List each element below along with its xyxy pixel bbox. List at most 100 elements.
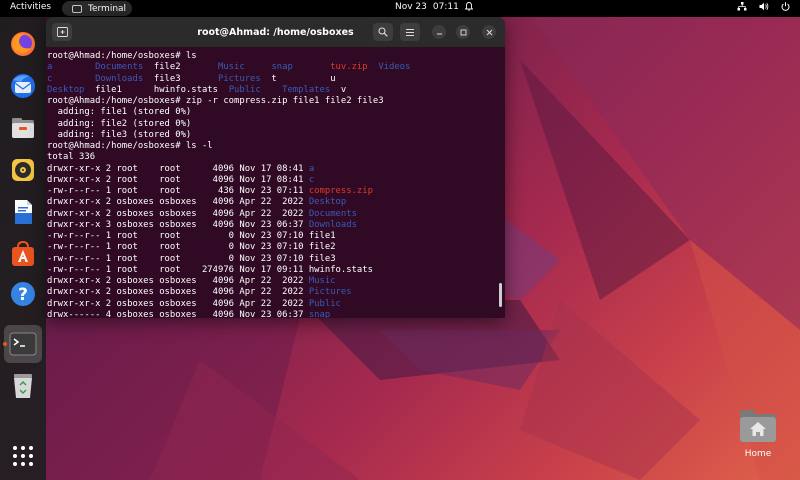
terminal-text: adding: file3 (stored 0%) — [47, 129, 192, 140]
terminal-line: drwx------ 4 osboxes osboxes 4096 Nov 23… — [47, 310, 505, 318]
home-folder-label[interactable]: Home — [735, 449, 781, 459]
date-label: Nov 23 — [395, 2, 427, 12]
maximize-button[interactable] — [456, 25, 470, 39]
terminal-text: Downloads — [308, 219, 357, 230]
activities-button[interactable]: Activities — [10, 2, 51, 12]
terminal-line: root@Ahmad:/home/osboxes# ls -l — [47, 141, 505, 152]
system-tray[interactable] — [737, 2, 790, 14]
terminal-text: Pictures — [218, 73, 261, 84]
terminal-line: drwxr-xr-x 3 osboxes osboxes 4096 Nov 23… — [47, 220, 505, 231]
minimize-icon — [436, 33, 442, 34]
terminal-text: Documents — [308, 208, 357, 219]
terminal-text: file3 — [143, 73, 218, 84]
terminal-text: Desktop — [47, 84, 85, 95]
terminal-text: -rw-r--r-- 1 root root 0 Nov 23 07:10 fi… — [47, 253, 336, 264]
terminal-text: a — [308, 163, 315, 174]
notification-bell-icon[interactable] — [464, 2, 474, 14]
terminal-text: Documents — [95, 62, 144, 73]
terminal-text: compress.zip — [308, 186, 373, 196]
terminal-line: -rw-r--r-- 1 root root 0 Nov 23 07:10 fi… — [47, 254, 505, 265]
terminal-text: Music — [308, 276, 336, 286]
terminal-line: -rw-r--r-- 1 root root 436 Nov 23 07:11 … — [47, 186, 505, 197]
running-indicator — [3, 342, 7, 346]
terminal-line: drwxr-xr-x 2 osboxes osboxes 4096 Apr 22… — [47, 287, 505, 298]
time-label: 07:11 — [432, 2, 459, 12]
terminal-icon[interactable] — [4, 325, 42, 363]
help-icon[interactable]: ? — [8, 279, 38, 309]
terminal-line: total 336 — [47, 152, 505, 163]
terminal-text: c — [308, 174, 315, 185]
terminal-text: drwxr-xr-x 2 osboxes osboxes 4096 Apr 22… — [47, 287, 309, 298]
close-icon — [486, 29, 492, 35]
terminal-scrollbar[interactable] — [499, 283, 502, 307]
terminal-text: file1 hwinfo.stats — [84, 84, 229, 95]
terminal-line: -rw-r--r-- 1 root root 0 Nov 23 07:10 fi… — [47, 231, 505, 242]
terminal-text: snap — [308, 309, 331, 318]
terminal-text: Music — [218, 62, 245, 73]
terminal-text: drwx------ 4 osboxes osboxes 4096 Nov 23… — [47, 309, 309, 318]
terminal-text: adding: file2 (stored 0%) — [47, 118, 192, 129]
window-title: root@Ahmad: /home/osboxes — [197, 26, 354, 38]
home-folder-icon[interactable] — [738, 408, 778, 444]
terminal-text: drwxr-xr-x 2 osboxes osboxes 4096 Apr 22… — [47, 276, 309, 286]
power-icon[interactable] — [781, 2, 790, 14]
new-tab-button[interactable] — [52, 23, 72, 41]
terminal-text: Public — [228, 84, 261, 95]
rhythmbox-icon[interactable] — [8, 155, 38, 185]
search-button[interactable] — [373, 23, 393, 41]
terminal-text: Videos — [378, 62, 411, 73]
writer-icon[interactable] — [8, 197, 38, 227]
clock-button[interactable]: Nov 23 07:11 — [395, 2, 459, 12]
terminal-text: -rw-r--r-- 1 root root 0 Nov 23 07:10 fi… — [47, 231, 336, 241]
network-icon[interactable] — [737, 2, 747, 14]
terminal-text: c — [47, 73, 96, 84]
terminal-text: drwxr-xr-x 2 root root 4096 Nov 17 08:41 — [47, 174, 309, 185]
terminal-text: Desktop — [308, 197, 347, 208]
search-icon — [378, 27, 388, 37]
terminal-line: drwxr-xr-x 2 root root 4096 Nov 17 08:41… — [47, 175, 505, 186]
terminal-output[interactable]: root@Ahmad:/home/osboxes# ls a Documents … — [46, 47, 505, 318]
close-button[interactable] — [482, 25, 496, 39]
volume-icon[interactable] — [759, 2, 769, 14]
terminal-text: root@Ahmad:/home/osboxes# zip -r compres… — [47, 96, 384, 106]
terminal-text: file2 — [143, 62, 218, 73]
app-grid-icon[interactable] — [8, 441, 38, 471]
terminal-line: drwxr-xr-x 2 root root 4096 Nov 17 08:41… — [47, 164, 505, 175]
terminal-line: -rw-r--r-- 1 root root 274976 Nov 17 09:… — [47, 265, 505, 276]
terminal-text: root@Ahmad:/home/osboxes# ls — [47, 51, 197, 61]
trash-icon[interactable] — [8, 371, 38, 401]
terminal-text: drwxr-xr-x 2 osboxes osboxes 4096 Apr 22… — [47, 197, 309, 208]
top-bar: Activities Terminal Nov 23 07:11 — [0, 0, 800, 17]
terminal-text: total 336 — [47, 152, 96, 163]
software-icon[interactable] — [8, 239, 38, 269]
files-icon[interactable] — [8, 113, 38, 143]
terminal-line: drwxr-xr-x 2 osboxes osboxes 4096 Apr 22… — [47, 209, 505, 220]
terminal-text: -rw-r--r-- 1 root root 274976 Nov 17 09:… — [47, 264, 373, 275]
terminal-text: snap — [271, 62, 293, 73]
terminal-line: drwxr-xr-x 2 osboxes osboxes 4096 Apr 22… — [47, 276, 505, 287]
terminal-line: root@Ahmad:/home/osboxes# ls — [47, 51, 505, 62]
hamburger-menu-button[interactable] — [400, 23, 420, 41]
terminal-line: Desktop file1 hwinfo.stats Public Templa… — [47, 85, 505, 96]
app-menu-button[interactable]: Terminal — [62, 1, 132, 16]
dock: ? — [0, 17, 46, 480]
terminal-line: a Documents file2 Music snap tuv.zip Vid… — [47, 62, 505, 73]
terminal-text: Templates — [282, 84, 331, 95]
terminal-text: drwxr-xr-x 2 root root 4096 Nov 17 08:41 — [47, 163, 309, 174]
terminal-window[interactable]: root@Ahmad: /home/osboxes root@Ahmad:/ho… — [46, 17, 505, 318]
terminal-line: adding: file1 (stored 0%) — [47, 107, 505, 118]
terminal-line: adding: file3 (stored 0%) — [47, 130, 505, 141]
terminal-titlebar[interactable]: root@Ahmad: /home/osboxes — [46, 17, 505, 47]
minimize-button[interactable] — [432, 25, 446, 39]
terminal-text: root@Ahmad:/home/osboxes# ls -l — [47, 141, 213, 151]
terminal-text: Pictures — [308, 287, 352, 298]
terminal-small-icon — [72, 4, 82, 13]
thunderbird-icon[interactable] — [8, 71, 38, 101]
firefox-icon[interactable] — [8, 29, 38, 59]
terminal-line: adding: file2 (stored 0%) — [47, 119, 505, 130]
terminal-line: root@Ahmad:/home/osboxes# zip -r compres… — [47, 96, 505, 107]
terminal-text: v — [330, 84, 347, 95]
